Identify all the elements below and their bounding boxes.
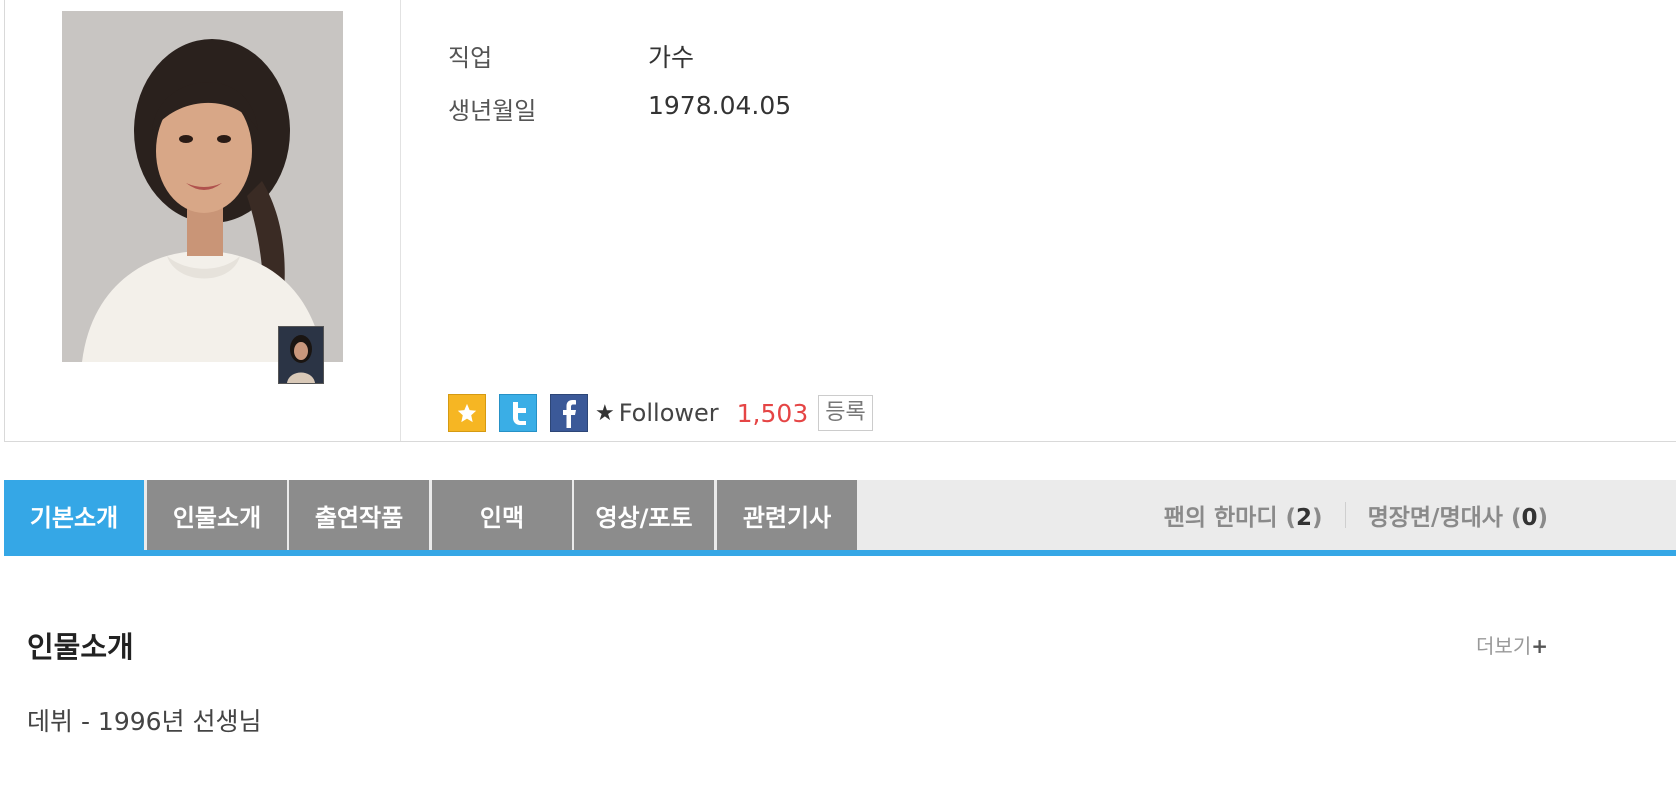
fan-comment-label: 팬의 한마디 [1163, 505, 1278, 531]
follower-count: 1,503 [736, 398, 809, 428]
section-title: 인물소개 [27, 630, 134, 664]
profile-thumbnail[interactable] [278, 326, 324, 384]
tab-relations[interactable]: 인맥 [432, 480, 572, 550]
info-value: 1978.04.05 [648, 91, 792, 120]
tab-video-photo[interactable]: 영상/포토 [574, 480, 714, 550]
follower-star-icon: ★ [595, 400, 615, 426]
fan-comment-count: 2 [1296, 505, 1313, 531]
tab-basic-intro[interactable]: 기본소개 [4, 480, 144, 550]
star-icon[interactable] [448, 394, 486, 432]
right-links: 팬의 한마디 (2) 명장면/명대사 (0) [1164, 480, 1548, 550]
info-value: 가수 [648, 43, 695, 72]
tab-filmography[interactable]: 출연작품 [289, 480, 429, 550]
info-key: 생년월일 [448, 97, 537, 125]
follower-label: Follower [618, 399, 719, 427]
plus-icon: + [1531, 634, 1548, 658]
tab-bar: 기본소개 인물소개 출연작품 인맥 영상/포토 관련기사 팬의 한마디 (2) … [4, 480, 1676, 556]
quotes-count: 0 [1521, 505, 1538, 531]
profile-photo [62, 11, 343, 362]
more-link[interactable]: 더보기+ [1476, 630, 1548, 659]
photo-column [5, 0, 401, 441]
quotes-label: 명장면/명대사 [1367, 505, 1503, 531]
quotes-link[interactable]: 명장면/명대사 (0) [1368, 498, 1548, 532]
section-text: 데뷔 - 1996년 선생님 [27, 707, 262, 736]
tab-person-intro[interactable]: 인물소개 [147, 480, 287, 550]
info-key: 직업 [448, 44, 493, 72]
register-button[interactable]: 등록 [818, 395, 873, 431]
social-bar: ★ Follower 1,503 등록 [448, 392, 873, 434]
twitter-icon[interactable] [499, 394, 537, 432]
more-label: 더보기 [1476, 634, 1532, 658]
facebook-icon[interactable] [550, 394, 588, 432]
profile-box: 직업 가수 생년월일 1978.04.05 ★ Follower 1,503 등… [4, 0, 1676, 442]
link-divider [1344, 502, 1346, 528]
fan-comment-link[interactable]: 팬의 한마디 (2) [1164, 498, 1323, 532]
tab-related-articles[interactable]: 관련기사 [717, 480, 857, 550]
